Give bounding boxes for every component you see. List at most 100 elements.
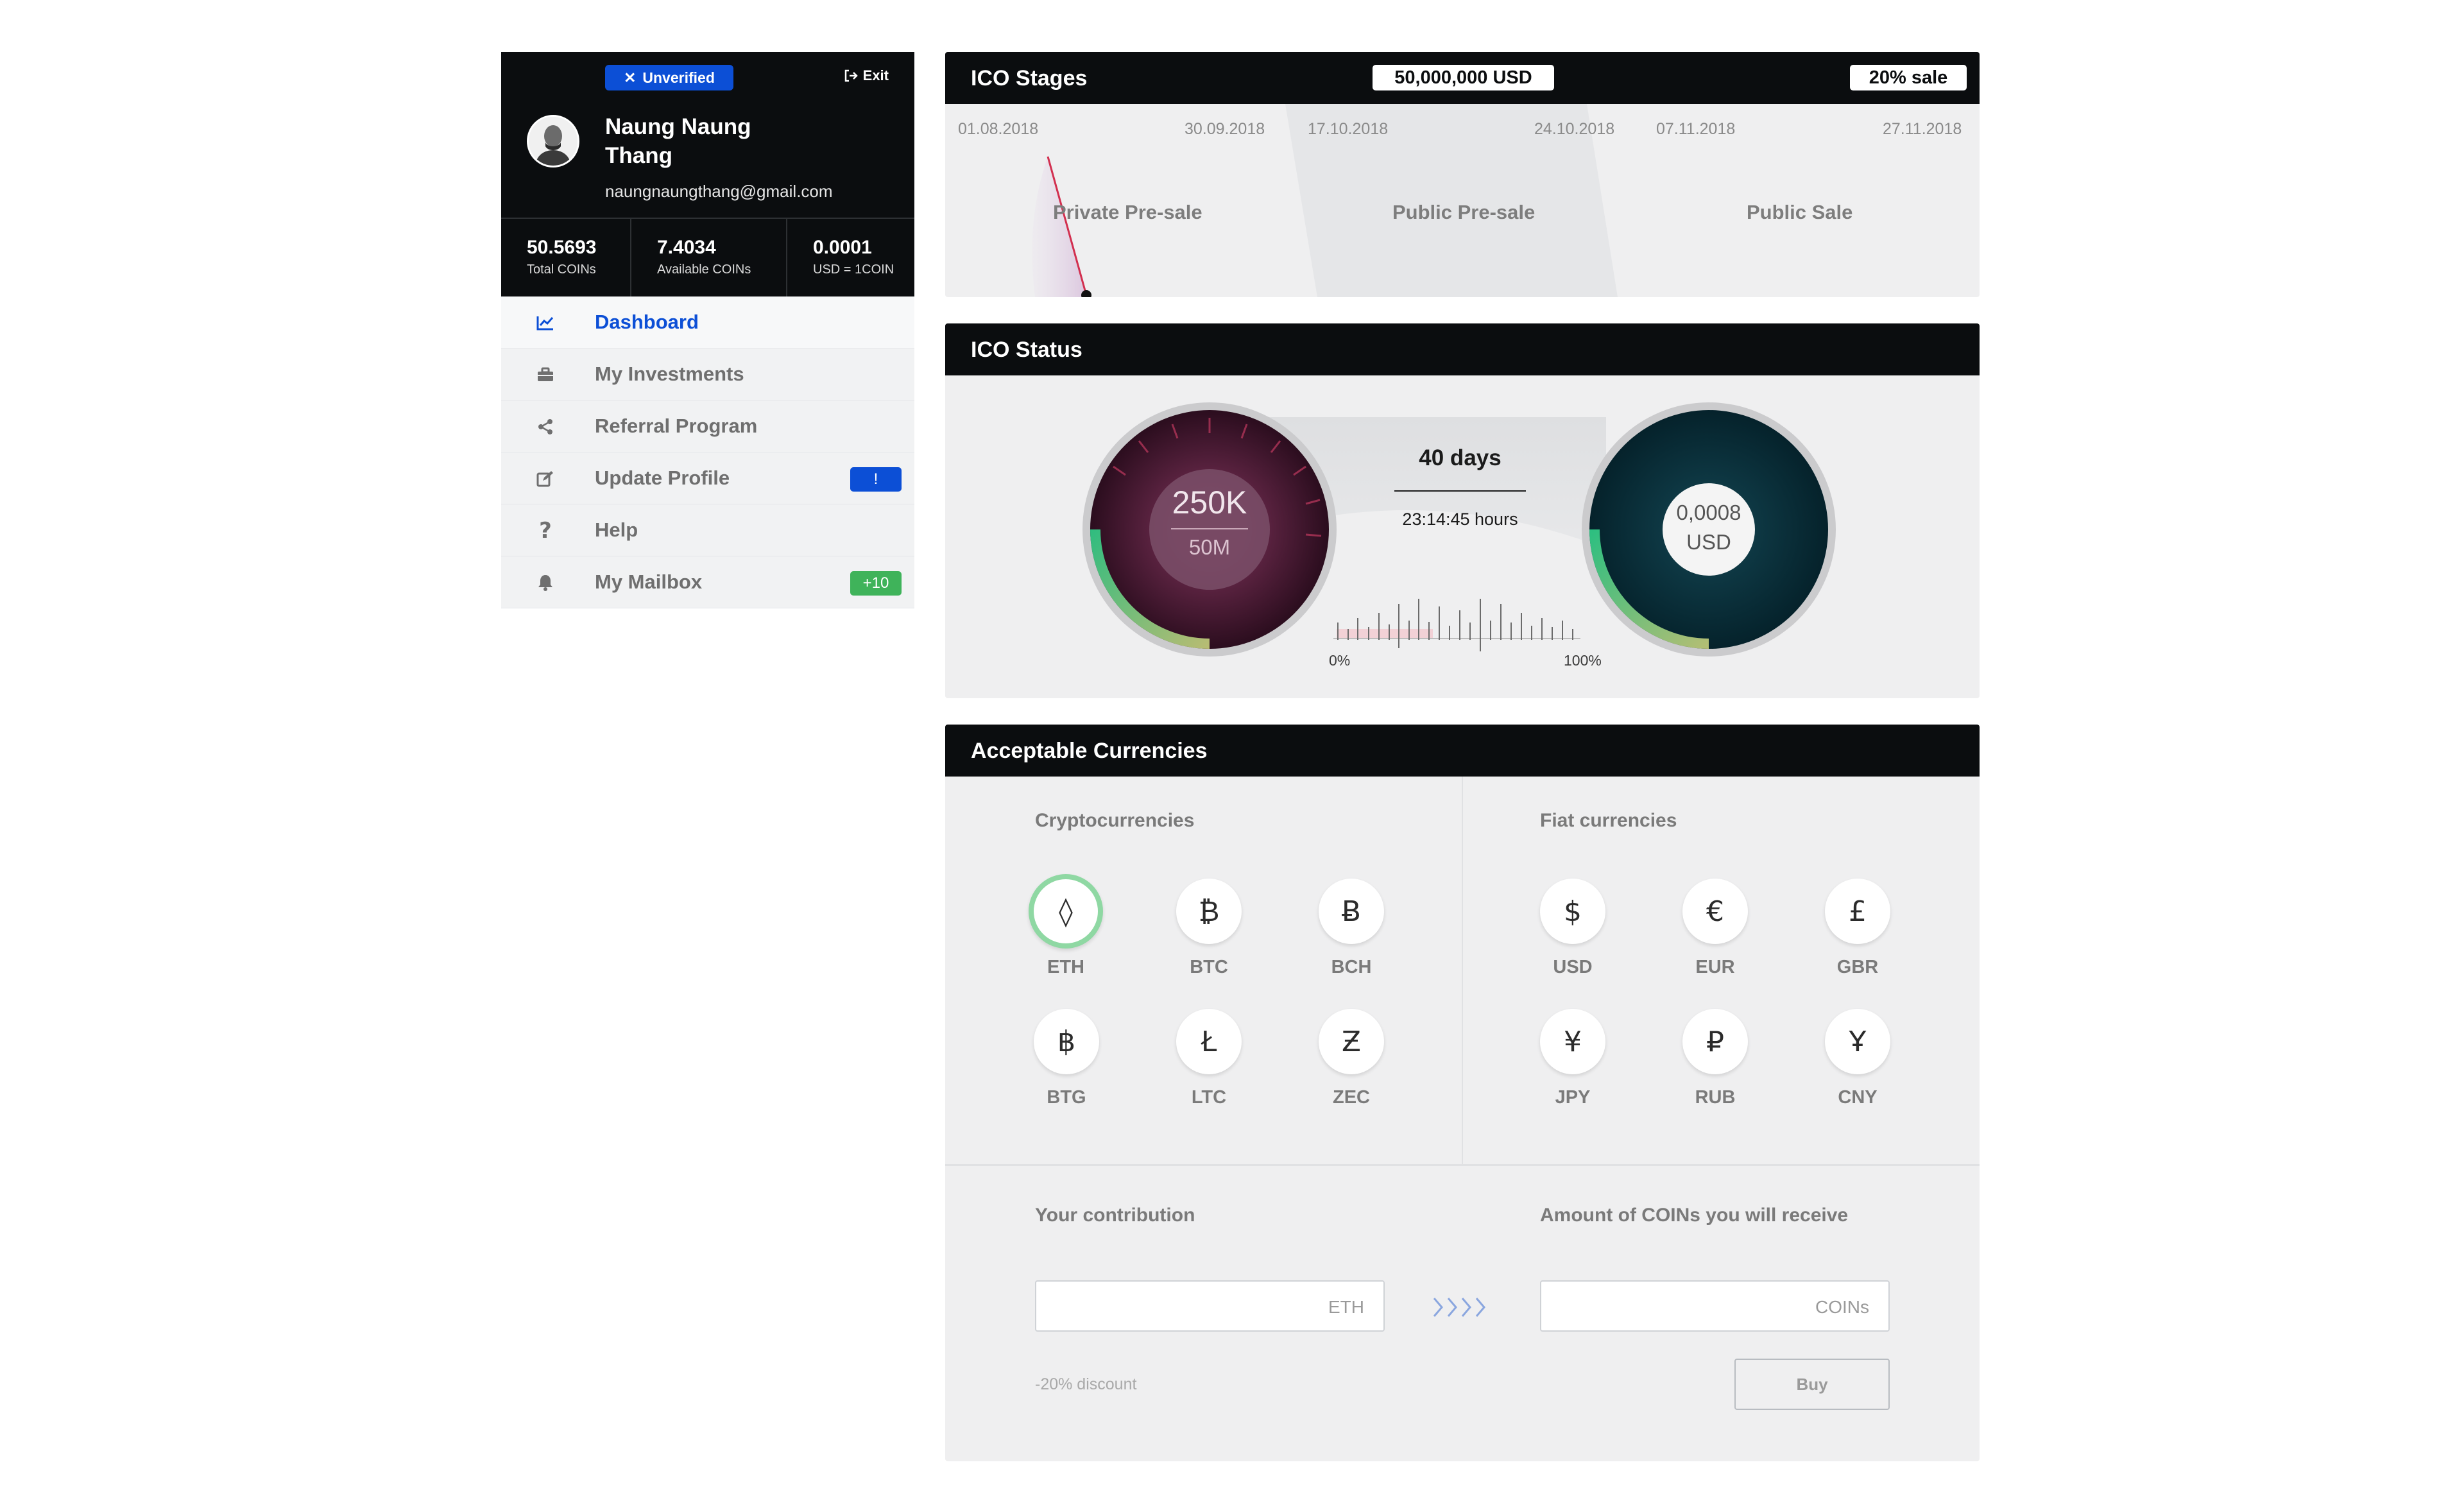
currency-label: JPY (1555, 1087, 1591, 1108)
arrow-right-icon (1433, 1298, 1485, 1317)
currency-btg-button[interactable]: ฿ (1034, 1009, 1099, 1074)
currency-eur-button[interactable]: € (1682, 879, 1748, 944)
gauge-right-center (1663, 483, 1755, 576)
sidebar-item-label: Help (595, 519, 638, 541)
sidebar-item-dashboard[interactable]: Dashboard (501, 296, 914, 348)
avatar[interactable] (527, 115, 579, 167)
sidebar-item-label: My Mailbox (595, 571, 703, 593)
stage-name-private-presale: Private Pre-sale (1053, 201, 1202, 223)
column-divider (1462, 777, 1463, 1165)
receive-unit: COINs (1815, 1297, 1869, 1317)
currency-label: BTG (1047, 1087, 1086, 1108)
status-badge-label: Unverified (642, 69, 715, 86)
dollar-icon: $ (1564, 895, 1582, 928)
coin-price-value: 0,0008 (1676, 501, 1741, 524)
currency-jpy-button[interactable]: ¥ (1540, 1009, 1605, 1074)
sidebar-item-referral-program[interactable]: Referral Program (501, 400, 914, 452)
currency-cny-button[interactable]: Ұ (1825, 1009, 1890, 1074)
currencies-panel: Acceptable Currencies Cryptocurrencies F… (945, 725, 1980, 1461)
panel-title: Acceptable Currencies (971, 739, 1208, 763)
stat-label: USD = 1COIN (813, 262, 894, 277)
bitcoin-gold-icon: ฿ (1057, 1025, 1075, 1058)
chart-icon (536, 313, 555, 332)
coin-price-unit: USD (1686, 530, 1731, 554)
currency-btc-button[interactable]: ₿ (1176, 879, 1242, 944)
currency-label: CNY (1838, 1087, 1878, 1108)
progress-glow (1032, 157, 1086, 297)
unverified-badge[interactable]: ✕ Unverified (605, 65, 733, 90)
sidebar-item-label: My Investments (595, 363, 744, 385)
currency-label: LTC (1191, 1087, 1227, 1108)
currency-label: EUR (1695, 957, 1735, 977)
alert-badge: ! (850, 467, 902, 492)
sidebar-item-label: Dashboard (595, 311, 699, 333)
contribution-field[interactable]: ETH (1035, 1280, 1385, 1332)
user-photo-icon (529, 117, 578, 166)
currency-gbr-button[interactable]: £ (1825, 879, 1890, 944)
ico-stages-header: ICO Stages 50,000,000 USD 20% sale (945, 52, 1980, 104)
sidebar-item-my-investments[interactable]: My Investments (501, 348, 914, 400)
section-divider (945, 1164, 1980, 1166)
bitcoin-icon: ₿ (1198, 895, 1220, 928)
bitcoin-cash-icon: Ƀ (1341, 895, 1362, 928)
ico-status-graphic (1082, 402, 1836, 657)
receive-input[interactable] (1554, 1291, 1797, 1323)
stat-label: Total COINs (527, 262, 596, 277)
sidebar-item-update-profile[interactable]: Update Profile ! (501, 452, 914, 504)
stage-end-date: 27.11.2018 (1883, 120, 1962, 138)
raised-amount: 250K (1172, 485, 1247, 520)
receive-field[interactable]: COINs (1540, 1280, 1890, 1332)
progress-ticks (1333, 599, 1580, 651)
currency-zec-button[interactable]: Ƶ (1319, 1009, 1384, 1074)
contribution-input[interactable] (1049, 1291, 1292, 1323)
progress-max-label: 100% (1564, 652, 1602, 669)
currency-rub-button[interactable]: ₽ (1682, 1009, 1748, 1074)
exit-button[interactable]: Exit (844, 67, 889, 84)
time-remaining: 23:14:45 hours (1402, 510, 1518, 529)
stat-available-coins: 7.4034 Available COINs (631, 219, 787, 296)
currency-ltc-button[interactable]: Ł (1176, 1009, 1242, 1074)
currency-label: USD (1553, 957, 1593, 977)
sidebar-menu: Dashboard My Investments Referral Progra… (501, 296, 914, 608)
sidebar-item-label: Update Profile (595, 467, 730, 489)
pound-icon: £ (1849, 895, 1867, 928)
stage-end-date: 30.09.2018 (1185, 120, 1265, 138)
question-icon: ? (539, 518, 552, 544)
stat-total-coins: 50.5693 Total COINs (501, 219, 631, 296)
stat-value: 0.0001 (813, 237, 872, 258)
briefcase-icon (536, 365, 555, 384)
days-remaining: 40 days (1419, 445, 1502, 470)
contribution-label: Your contribution (1035, 1205, 1195, 1226)
currency-eth-button[interactable]: ◊ (1029, 874, 1103, 949)
sidebar-item-help[interactable]: ? Help (501, 504, 914, 556)
fiat-section-title: Fiat currencies (1540, 810, 1677, 831)
ethereum-icon: ◊ (1059, 895, 1073, 928)
currency-label: BCH (1331, 957, 1372, 977)
total-amount-badge: 50,000,000 USD (1373, 65, 1554, 90)
currency-label: ZEC (1333, 1087, 1370, 1108)
buy-button[interactable]: Buy (1734, 1359, 1890, 1410)
user-name: Naung Naung Thang (605, 114, 751, 168)
stage-start-date: 17.10.2018 (1308, 120, 1389, 138)
ico-status-header: ICO Status (945, 323, 1980, 375)
sale-badge: 20% sale (1850, 65, 1967, 90)
currency-bch-button[interactable]: Ƀ (1319, 879, 1384, 944)
receive-label: Amount of COINs you will receive (1540, 1205, 1849, 1226)
sidebar-item-my-mailbox[interactable]: My Mailbox +10 (501, 556, 914, 608)
ico-stages-panel: ICO Stages 50,000,000 USD 20% sale 01.08… (945, 52, 1980, 297)
progress-min-label: 0% (1329, 652, 1351, 669)
user-email: naungnaungthang@gmail.com (605, 182, 833, 201)
sidebar-item-label: Referral Program (595, 415, 758, 437)
edit-icon (536, 469, 555, 488)
count-badge: +10 (850, 571, 902, 596)
stats-row: 50.5693 Total COINs 7.4034 Available COI… (501, 218, 914, 296)
currency-usd-button[interactable]: $ (1540, 879, 1605, 944)
currency-label: GBR (1836, 957, 1879, 977)
contribution-unit: ETH (1328, 1297, 1364, 1317)
stat-value: 50.5693 (527, 237, 597, 258)
currency-label: ETH (1047, 957, 1084, 977)
panel-title: ICO Status (971, 338, 1082, 362)
stage-start-date: 07.11.2018 (1656, 120, 1736, 138)
exit-label: Exit (862, 67, 889, 83)
zcash-icon: Ƶ (1341, 1025, 1362, 1058)
